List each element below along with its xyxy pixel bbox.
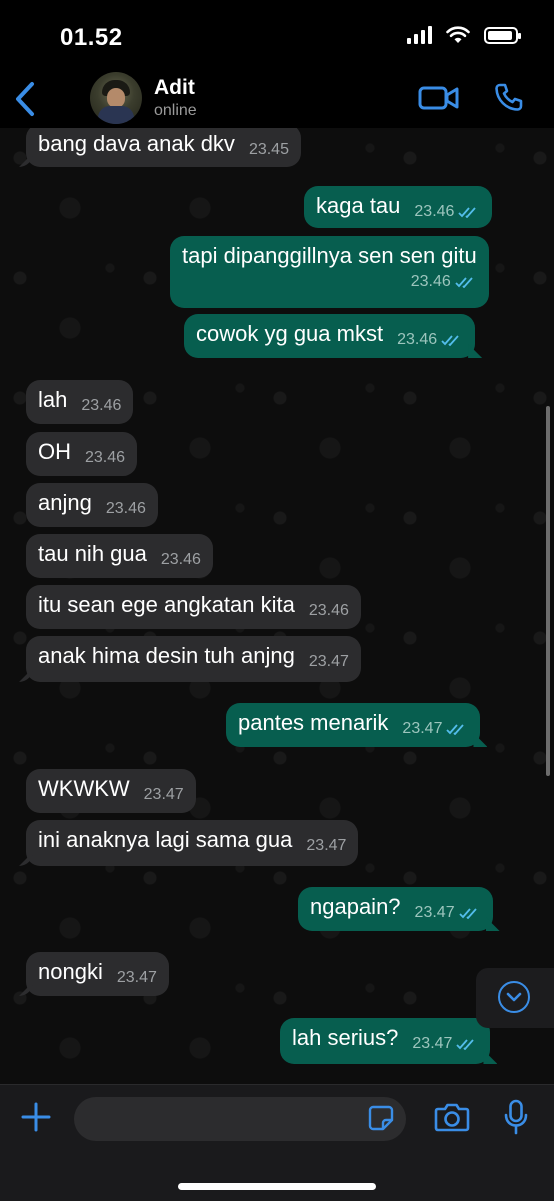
message-bubble[interactable]: bang dava anak dkv 23.45 xyxy=(26,128,301,167)
message-text: OH xyxy=(38,439,71,464)
scroll-to-bottom-button[interactable] xyxy=(476,968,554,1028)
message-time: 23.46 xyxy=(105,500,146,517)
message-bubble[interactable]: WKWKW 23.47 xyxy=(26,769,196,813)
read-receipt-icon xyxy=(446,724,465,735)
message-time: 23.46 xyxy=(414,203,455,220)
message-bubble[interactable]: cowok yg gua mkst 23.46 xyxy=(184,314,476,358)
video-call-icon[interactable] xyxy=(418,84,460,112)
message-text: tapi dipanggillnya sen sen gitu xyxy=(182,243,477,268)
message-text: anjng xyxy=(38,490,92,515)
message-bubble[interactable]: itu sean ege angkatan kita 23.46 xyxy=(26,585,361,629)
message-bubble[interactable]: lah serius? 23.47 xyxy=(280,1018,491,1064)
contact-status: online xyxy=(154,102,197,119)
message-input[interactable] xyxy=(74,1097,406,1141)
read-receipt-icon xyxy=(455,277,473,288)
message-text: pantes menarik xyxy=(238,710,389,735)
sticker-icon[interactable] xyxy=(368,1105,394,1131)
message-text: kaga tau xyxy=(316,193,401,218)
message-bubble[interactable]: ngapain? 23.47 xyxy=(298,887,493,931)
read-receipt-icon xyxy=(456,1039,475,1050)
message-bubble[interactable]: anjng 23.46 xyxy=(26,483,158,527)
message-text: nongki xyxy=(38,959,103,984)
message-text: tau nih gua xyxy=(38,541,147,566)
message-time: 23.46 xyxy=(160,551,201,568)
cellular-signal-icon xyxy=(407,26,432,44)
message-time: 23.47 xyxy=(116,969,157,986)
message-bubble[interactable]: pantes menarik 23.47 xyxy=(226,703,481,747)
camera-icon[interactable] xyxy=(434,1101,470,1133)
wifi-icon xyxy=(446,26,470,43)
message-bubble[interactable]: lah 23.46 xyxy=(26,380,134,424)
read-receipt-icon xyxy=(458,908,477,919)
message-bubble[interactable]: ini anaknya lagi sama gua 23.47 xyxy=(26,820,359,866)
message-bubble[interactable]: nongki 23.47 xyxy=(26,952,169,996)
scroll-indicator[interactable] xyxy=(546,406,550,776)
message-text: lah xyxy=(38,387,68,412)
message-text: ngapain? xyxy=(310,894,401,919)
read-receipt-icon xyxy=(458,207,477,218)
chevron-down-icon xyxy=(498,981,530,1013)
message-time: 23.47 xyxy=(306,837,347,854)
message-text: WKWKW xyxy=(38,776,130,801)
message-time: 23.46 xyxy=(410,273,451,290)
chat-header: Adit online xyxy=(0,72,554,128)
message-bubble[interactable]: kaga tau 23.46 xyxy=(304,186,493,228)
home-indicator[interactable] xyxy=(178,1183,376,1190)
message-bubble[interactable]: OH 23.46 xyxy=(26,432,138,476)
message-text: cowok yg gua mkst xyxy=(196,321,384,346)
status-icons xyxy=(407,26,521,44)
chat-area[interactable]: bang dava anak dkv 23.45 kaga tau 23.46 ta… xyxy=(0,128,554,1084)
message-text: lah serius? xyxy=(292,1025,399,1050)
message-time: 23.46 xyxy=(81,397,122,414)
message-text: bang dava anak dkv xyxy=(38,131,235,156)
message-bubble[interactable]: tau nih gua 23.46 xyxy=(26,534,213,578)
plus-icon[interactable] xyxy=(20,1101,52,1133)
status-bar: 01.52 xyxy=(0,0,554,72)
message-time: 23.47 xyxy=(414,904,455,921)
message-time: 23.46 xyxy=(397,331,438,348)
message-time: 23.46 xyxy=(308,602,349,619)
message-time: 23.46 xyxy=(85,449,126,466)
message-time: 23.45 xyxy=(248,141,289,158)
message-text: itu sean ege angkatan kita xyxy=(38,592,295,617)
composer-bar xyxy=(0,1084,554,1201)
battery-icon xyxy=(484,26,521,44)
message-text: ini anaknya lagi sama gua xyxy=(38,827,293,852)
chevron-left-icon[interactable] xyxy=(10,80,40,118)
microphone-icon[interactable] xyxy=(504,1099,528,1135)
message-time: 23.47 xyxy=(402,720,443,737)
message-time: 23.47 xyxy=(412,1035,453,1052)
message-bubble[interactable]: anak hima desin tuh anjng 23.47 xyxy=(26,636,361,682)
phone-icon[interactable] xyxy=(494,82,524,112)
message-time: 23.47 xyxy=(308,653,349,670)
contact-name[interactable]: Adit xyxy=(154,76,195,100)
read-receipt-icon xyxy=(441,335,459,346)
avatar[interactable] xyxy=(90,72,142,124)
status-time: 01.52 xyxy=(60,24,123,51)
message-bubble[interactable]: tapi dipanggillnya sen sen gitu 23.46 xyxy=(170,236,489,308)
message-time: 23.47 xyxy=(143,786,184,803)
message-text: anak hima desin tuh anjng xyxy=(38,643,295,668)
